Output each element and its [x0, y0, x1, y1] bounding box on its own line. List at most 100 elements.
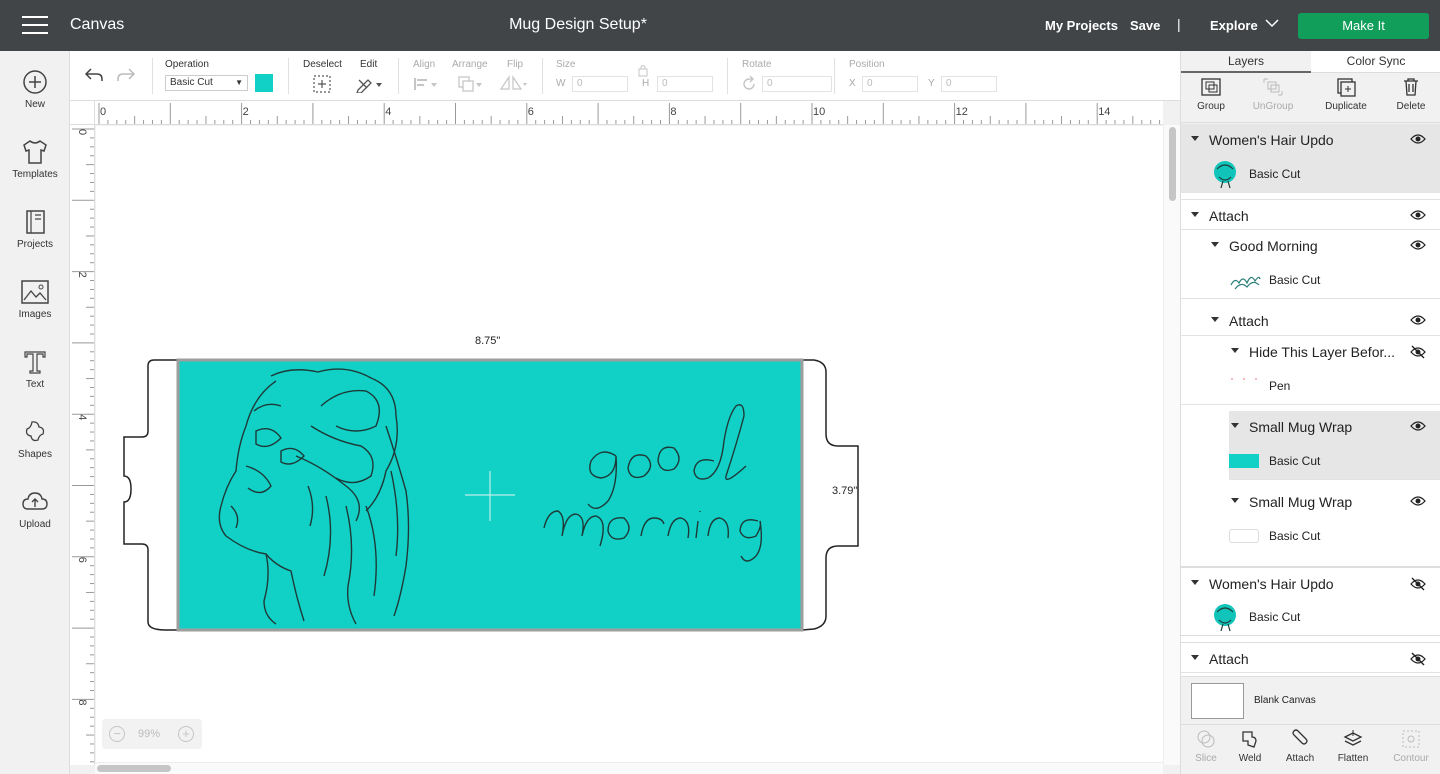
- operation-select[interactable]: Basic Cut ▼: [165, 75, 248, 91]
- weld-button[interactable]: Weld: [1225, 729, 1275, 764]
- plus-circle-icon: [23, 70, 47, 94]
- redo-icon[interactable]: [116, 67, 136, 83]
- layer-group-row[interactable]: Attach: [1181, 642, 1440, 673]
- chevron-down-icon[interactable]: [1265, 18, 1279, 28]
- eye-icon[interactable]: [1410, 495, 1426, 507]
- horizontal-scrollbar[interactable]: [95, 762, 1163, 774]
- undo-icon[interactable]: [84, 67, 104, 83]
- ruler-label: 6: [528, 106, 534, 118]
- design-canvas[interactable]: 8.75" 3.79": [96, 126, 1163, 762]
- sidebar-item-shapes[interactable]: Shapes: [0, 419, 70, 460]
- layer-name: Women's Hair Updo: [1209, 132, 1334, 148]
- layer-group-row[interactable]: Small Mug Wrap: [1181, 486, 1440, 517]
- layer-group-row[interactable]: Small Mug Wrap: [1229, 411, 1440, 442]
- flip-icon[interactable]: [499, 75, 529, 93]
- contour-button[interactable]: Contour: [1386, 729, 1436, 764]
- layer-name: Attach: [1209, 651, 1249, 667]
- make-it-button[interactable]: Make It: [1298, 13, 1429, 39]
- layer-item-row[interactable]: Basic Cut: [1181, 155, 1440, 193]
- layer-group-row[interactable]: Attach: [1181, 305, 1440, 336]
- blank-canvas-row[interactable]: Blank Canvas: [1181, 676, 1440, 724]
- sidebar-item-label: New: [24, 99, 45, 110]
- group-button[interactable]: Group: [1181, 77, 1241, 112]
- blank-canvas-swatch[interactable]: [1191, 683, 1244, 719]
- lock-icon[interactable]: [637, 63, 649, 77]
- layer-group-row[interactable]: Hide This Layer Befor...: [1181, 336, 1440, 367]
- slice-button[interactable]: Slice: [1181, 729, 1231, 764]
- arrange-icon[interactable]: [457, 75, 485, 93]
- vertical-scrollbar[interactable]: [1163, 125, 1180, 765]
- height-input[interactable]: 0: [657, 76, 713, 92]
- ungroup-icon: [1263, 78, 1283, 96]
- y-input[interactable]: 0: [941, 76, 997, 92]
- layer-group-row[interactable]: Women's Hair Updo: [1181, 567, 1440, 598]
- sidebar-item-upload[interactable]: Upload: [0, 489, 70, 530]
- scrollbar-thumb[interactable]: [97, 765, 171, 772]
- ungroup-button[interactable]: UnGroup: [1243, 77, 1303, 112]
- caret-down-icon[interactable]: [1191, 655, 1199, 660]
- delete-button[interactable]: Delete: [1381, 77, 1440, 112]
- explore-link[interactable]: Explore: [1210, 18, 1258, 33]
- sidebar-item-label: Images: [18, 309, 52, 320]
- eye-icon[interactable]: [1410, 133, 1426, 145]
- tab-layers[interactable]: Layers: [1181, 51, 1311, 73]
- x-input[interactable]: 0: [862, 76, 918, 92]
- rotate-input[interactable]: 0: [762, 76, 832, 92]
- caret-down-icon[interactable]: [1191, 580, 1199, 585]
- caret-down-icon[interactable]: [1191, 212, 1199, 217]
- caret-down-icon[interactable]: [1191, 136, 1199, 141]
- layer-item-row[interactable]: Basic Cut: [1229, 442, 1440, 480]
- zoom-in-button[interactable]: +: [178, 726, 194, 742]
- deselect-icon[interactable]: [312, 74, 332, 94]
- eye-icon[interactable]: [1410, 209, 1426, 221]
- eye-icon[interactable]: [1410, 420, 1426, 432]
- width-input[interactable]: 0: [572, 76, 628, 92]
- caret-down-icon[interactable]: [1211, 242, 1219, 247]
- caret-down-icon[interactable]: [1231, 498, 1239, 503]
- zoom-out-button[interactable]: −: [109, 726, 125, 742]
- layer-group-row[interactable]: Good Morning: [1181, 230, 1440, 261]
- contour-icon: [1402, 730, 1420, 748]
- save-link[interactable]: Save: [1130, 18, 1160, 33]
- ruler-label: 0: [100, 106, 106, 118]
- layer-item-row[interactable]: Basic Cut: [1181, 598, 1440, 636]
- layer-name: Attach: [1229, 313, 1269, 329]
- flatten-icon: [1343, 730, 1363, 746]
- layer-group-row[interactable]: Women's Hair Updo: [1181, 124, 1440, 155]
- layer-group-row[interactable]: Attach: [1181, 199, 1440, 230]
- book-icon: [26, 210, 45, 234]
- edit-pencil-icon[interactable]: [355, 75, 385, 93]
- nav-separator: |: [1177, 16, 1181, 32]
- scrollbar-thumb[interactable]: [1169, 127, 1176, 201]
- sidebar-item-images[interactable]: Images: [0, 279, 70, 320]
- toolbar-divider: [834, 58, 835, 94]
- caret-down-icon[interactable]: [1231, 348, 1239, 353]
- flatten-button[interactable]: Flatten: [1328, 729, 1378, 764]
- sidebar-item-label: Projects: [16, 239, 54, 250]
- caret-down-icon[interactable]: [1211, 317, 1219, 322]
- layer-item-row[interactable]: Basic Cut: [1181, 517, 1440, 567]
- layer-item-row[interactable]: Pen: [1181, 367, 1440, 405]
- operation-color-swatch[interactable]: [255, 74, 273, 92]
- eye-icon[interactable]: [1410, 239, 1426, 251]
- ruler-label: 6: [76, 557, 88, 563]
- ruler-label: 2: [76, 272, 88, 278]
- eye-hidden-icon[interactable]: [1410, 345, 1426, 359]
- layer-item-row[interactable]: Basic Cut: [1181, 261, 1440, 299]
- eye-hidden-icon[interactable]: [1410, 577, 1426, 591]
- caret-down-icon[interactable]: [1231, 423, 1239, 428]
- my-projects-link[interactable]: My Projects: [1045, 18, 1118, 33]
- contour-label: Contour: [1393, 753, 1429, 764]
- sidebar-item-text[interactable]: Text: [0, 349, 70, 390]
- attach-button[interactable]: Attach: [1275, 729, 1325, 764]
- duplicate-button[interactable]: Duplicate: [1316, 77, 1376, 112]
- align-icon[interactable]: [413, 76, 439, 92]
- sidebar-item-new[interactable]: New: [0, 69, 70, 110]
- sidebar-item-projects[interactable]: Projects: [0, 209, 70, 250]
- eye-icon[interactable]: [1410, 314, 1426, 326]
- toolbar-divider: [288, 58, 289, 94]
- ruler-label: 12: [956, 106, 968, 118]
- tab-color-sync[interactable]: Color Sync: [1311, 51, 1440, 73]
- sidebar-item-templates[interactable]: Templates: [0, 139, 70, 180]
- eye-hidden-icon[interactable]: [1410, 652, 1426, 666]
